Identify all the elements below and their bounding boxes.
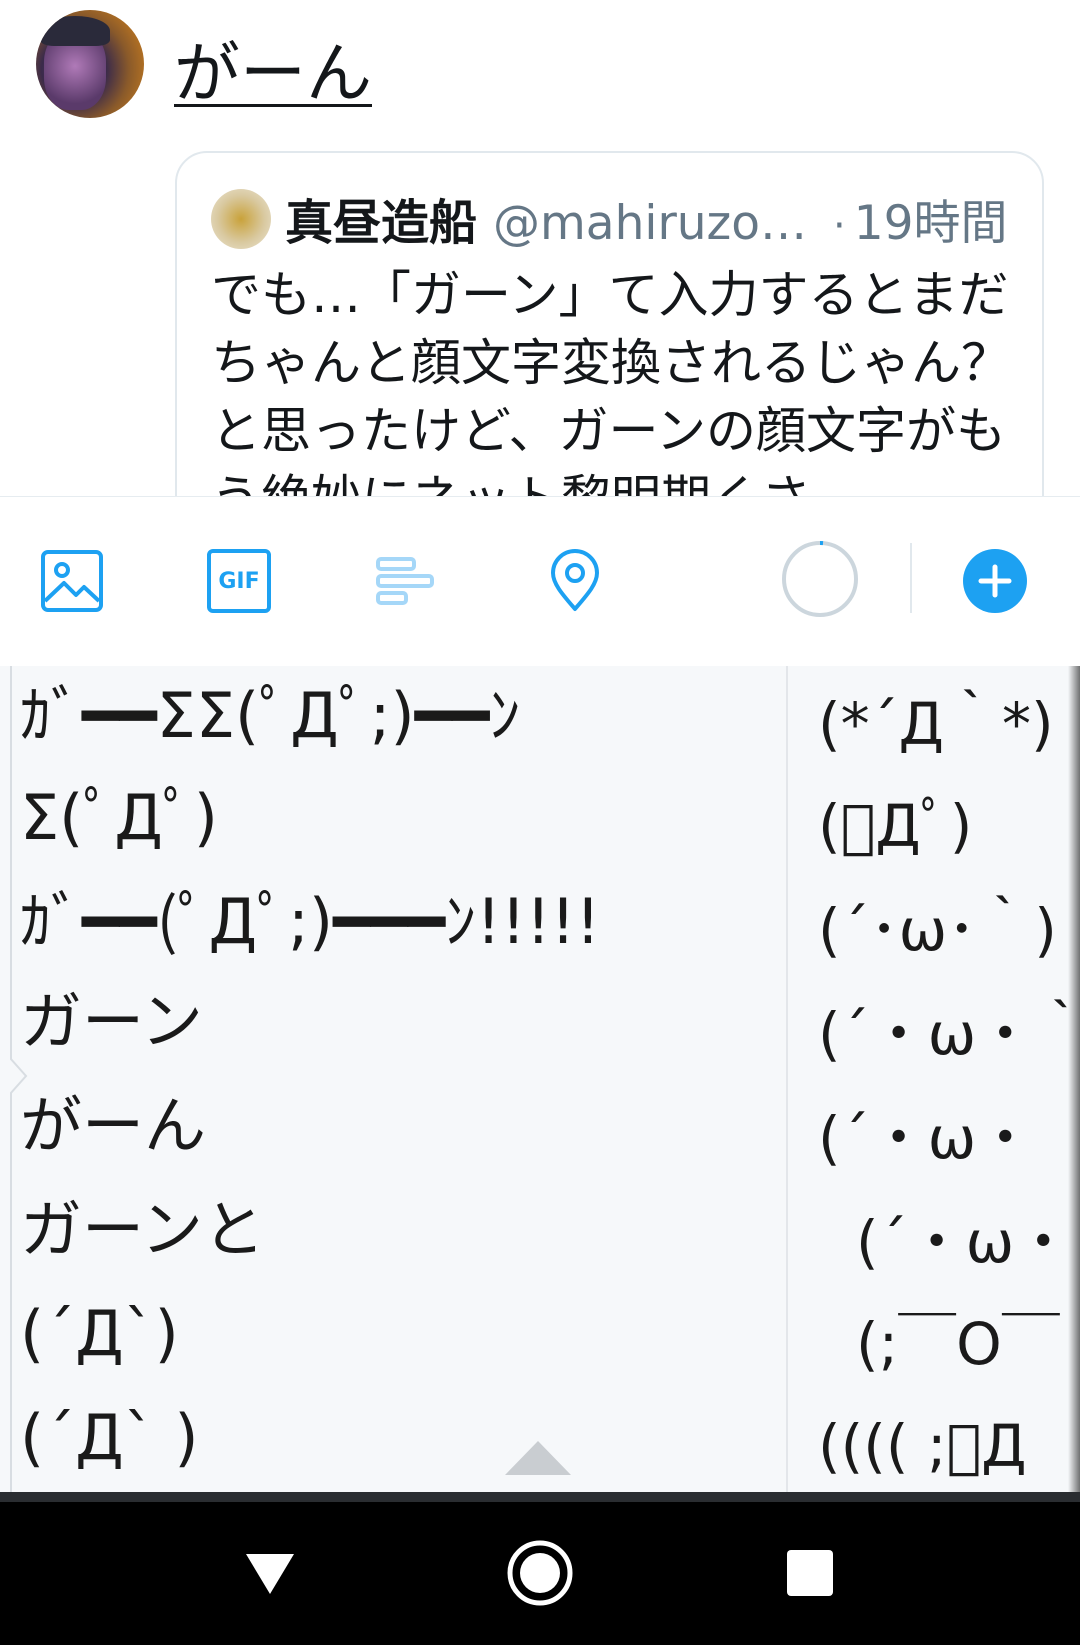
gif-label: GIF	[218, 568, 260, 594]
user-avatar[interactable]	[36, 10, 144, 118]
quoted-tweet-card[interactable]: 真昼造船 @mahiruzo… · 19時間 でも…「ガーン」て入力するとまだち…	[175, 151, 1044, 496]
poll-icon[interactable]	[374, 549, 438, 613]
toolbar-divider	[910, 543, 912, 613]
system-navigation-bar	[0, 1502, 1080, 1645]
panel-scroll-shadow	[1068, 666, 1080, 1492]
gif-icon[interactable]: GIF	[207, 549, 271, 613]
candidate-item[interactable]: ｶﾞ━━(ﾟДﾟ;)━━━ﾝ!!!!!	[20, 882, 600, 962]
candidate-item[interactable]: ガーン	[20, 982, 203, 1062]
back-button[interactable]	[210, 1502, 330, 1645]
candidate-item[interactable]: (´Д`)	[20, 1294, 179, 1374]
back-triangle-icon	[246, 1554, 294, 1594]
candidate-item[interactable]: Σ(ﾟДﾟ)	[20, 778, 218, 858]
candidate-item-right[interactable]: (´･ω･｀)	[818, 890, 1057, 970]
candidate-item-right[interactable]: (´・ω・｀)	[818, 994, 1080, 1074]
collapse-arrow-icon[interactable]	[505, 1441, 571, 1475]
compose-area: がーん 真昼造船 @mahiruzo… · 19時間 でも…「ガーン」て入力する…	[0, 0, 1080, 496]
candidate-item-right[interactable]: (´・ω・	[818, 1098, 1034, 1178]
location-icon[interactable]	[543, 549, 607, 613]
ime-candidate-panel: ｶﾞ━━ΣΣ(ﾟДﾟ;)━━ﾝ Σ(ﾟДﾟ) ｶﾞ━━(ﾟДﾟ;)━━━ﾝ!!!…	[0, 666, 1080, 1492]
candidate-item[interactable]: がーん	[20, 1086, 206, 1166]
quoted-user-avatar	[211, 189, 271, 249]
avatar-hair	[40, 16, 110, 46]
candidate-item-right[interactable]: (´・ω・	[856, 1202, 1072, 1282]
image-icon[interactable]	[40, 549, 104, 613]
keyboard-bottom-bar	[0, 1492, 1080, 1502]
recents-square-icon	[787, 1550, 833, 1596]
candidate-item-right[interactable]: (((( ;ﾟД	[818, 1406, 1027, 1486]
plus-icon	[978, 564, 1012, 598]
candidate-item-right[interactable]: (;￣O￣	[856, 1304, 1060, 1384]
separator-dot: ·	[832, 203, 846, 249]
recents-button[interactable]	[750, 1502, 870, 1645]
quoted-tweet-time: 19時間	[853, 196, 1008, 251]
compose-toolbar: GIF	[0, 496, 1080, 666]
add-tweet-icon[interactable]	[963, 549, 1027, 613]
candidate-item[interactable]: ガーンと	[20, 1190, 265, 1270]
quoted-tweet-body: でも…「ガーン」て入力するとまだちゃんと顔文字変換されるじゃん？と思ったけど、ガ…	[211, 266, 1011, 496]
candidate-item-right[interactable]: (ﾟДﾟ)	[818, 786, 972, 866]
quoted-user-name: 真昼造船	[285, 195, 478, 251]
candidate-item[interactable]: ｶﾞ━━ΣΣ(ﾟДﾟ;)━━ﾝ	[20, 676, 520, 756]
quoted-user-handle: @mahiruzo…	[493, 196, 807, 251]
candidate-item[interactable]: (´Д` )	[20, 1398, 199, 1478]
candidate-item-right[interactable]: (*´Д｀*)	[818, 684, 1054, 764]
home-button[interactable]	[480, 1502, 600, 1645]
draft-text-input[interactable]: がーん	[174, 20, 372, 116]
quoted-tweet-header: 真昼造船 @mahiruzo… · 19時間	[285, 183, 1008, 253]
progress-ring-icon	[782, 540, 858, 617]
